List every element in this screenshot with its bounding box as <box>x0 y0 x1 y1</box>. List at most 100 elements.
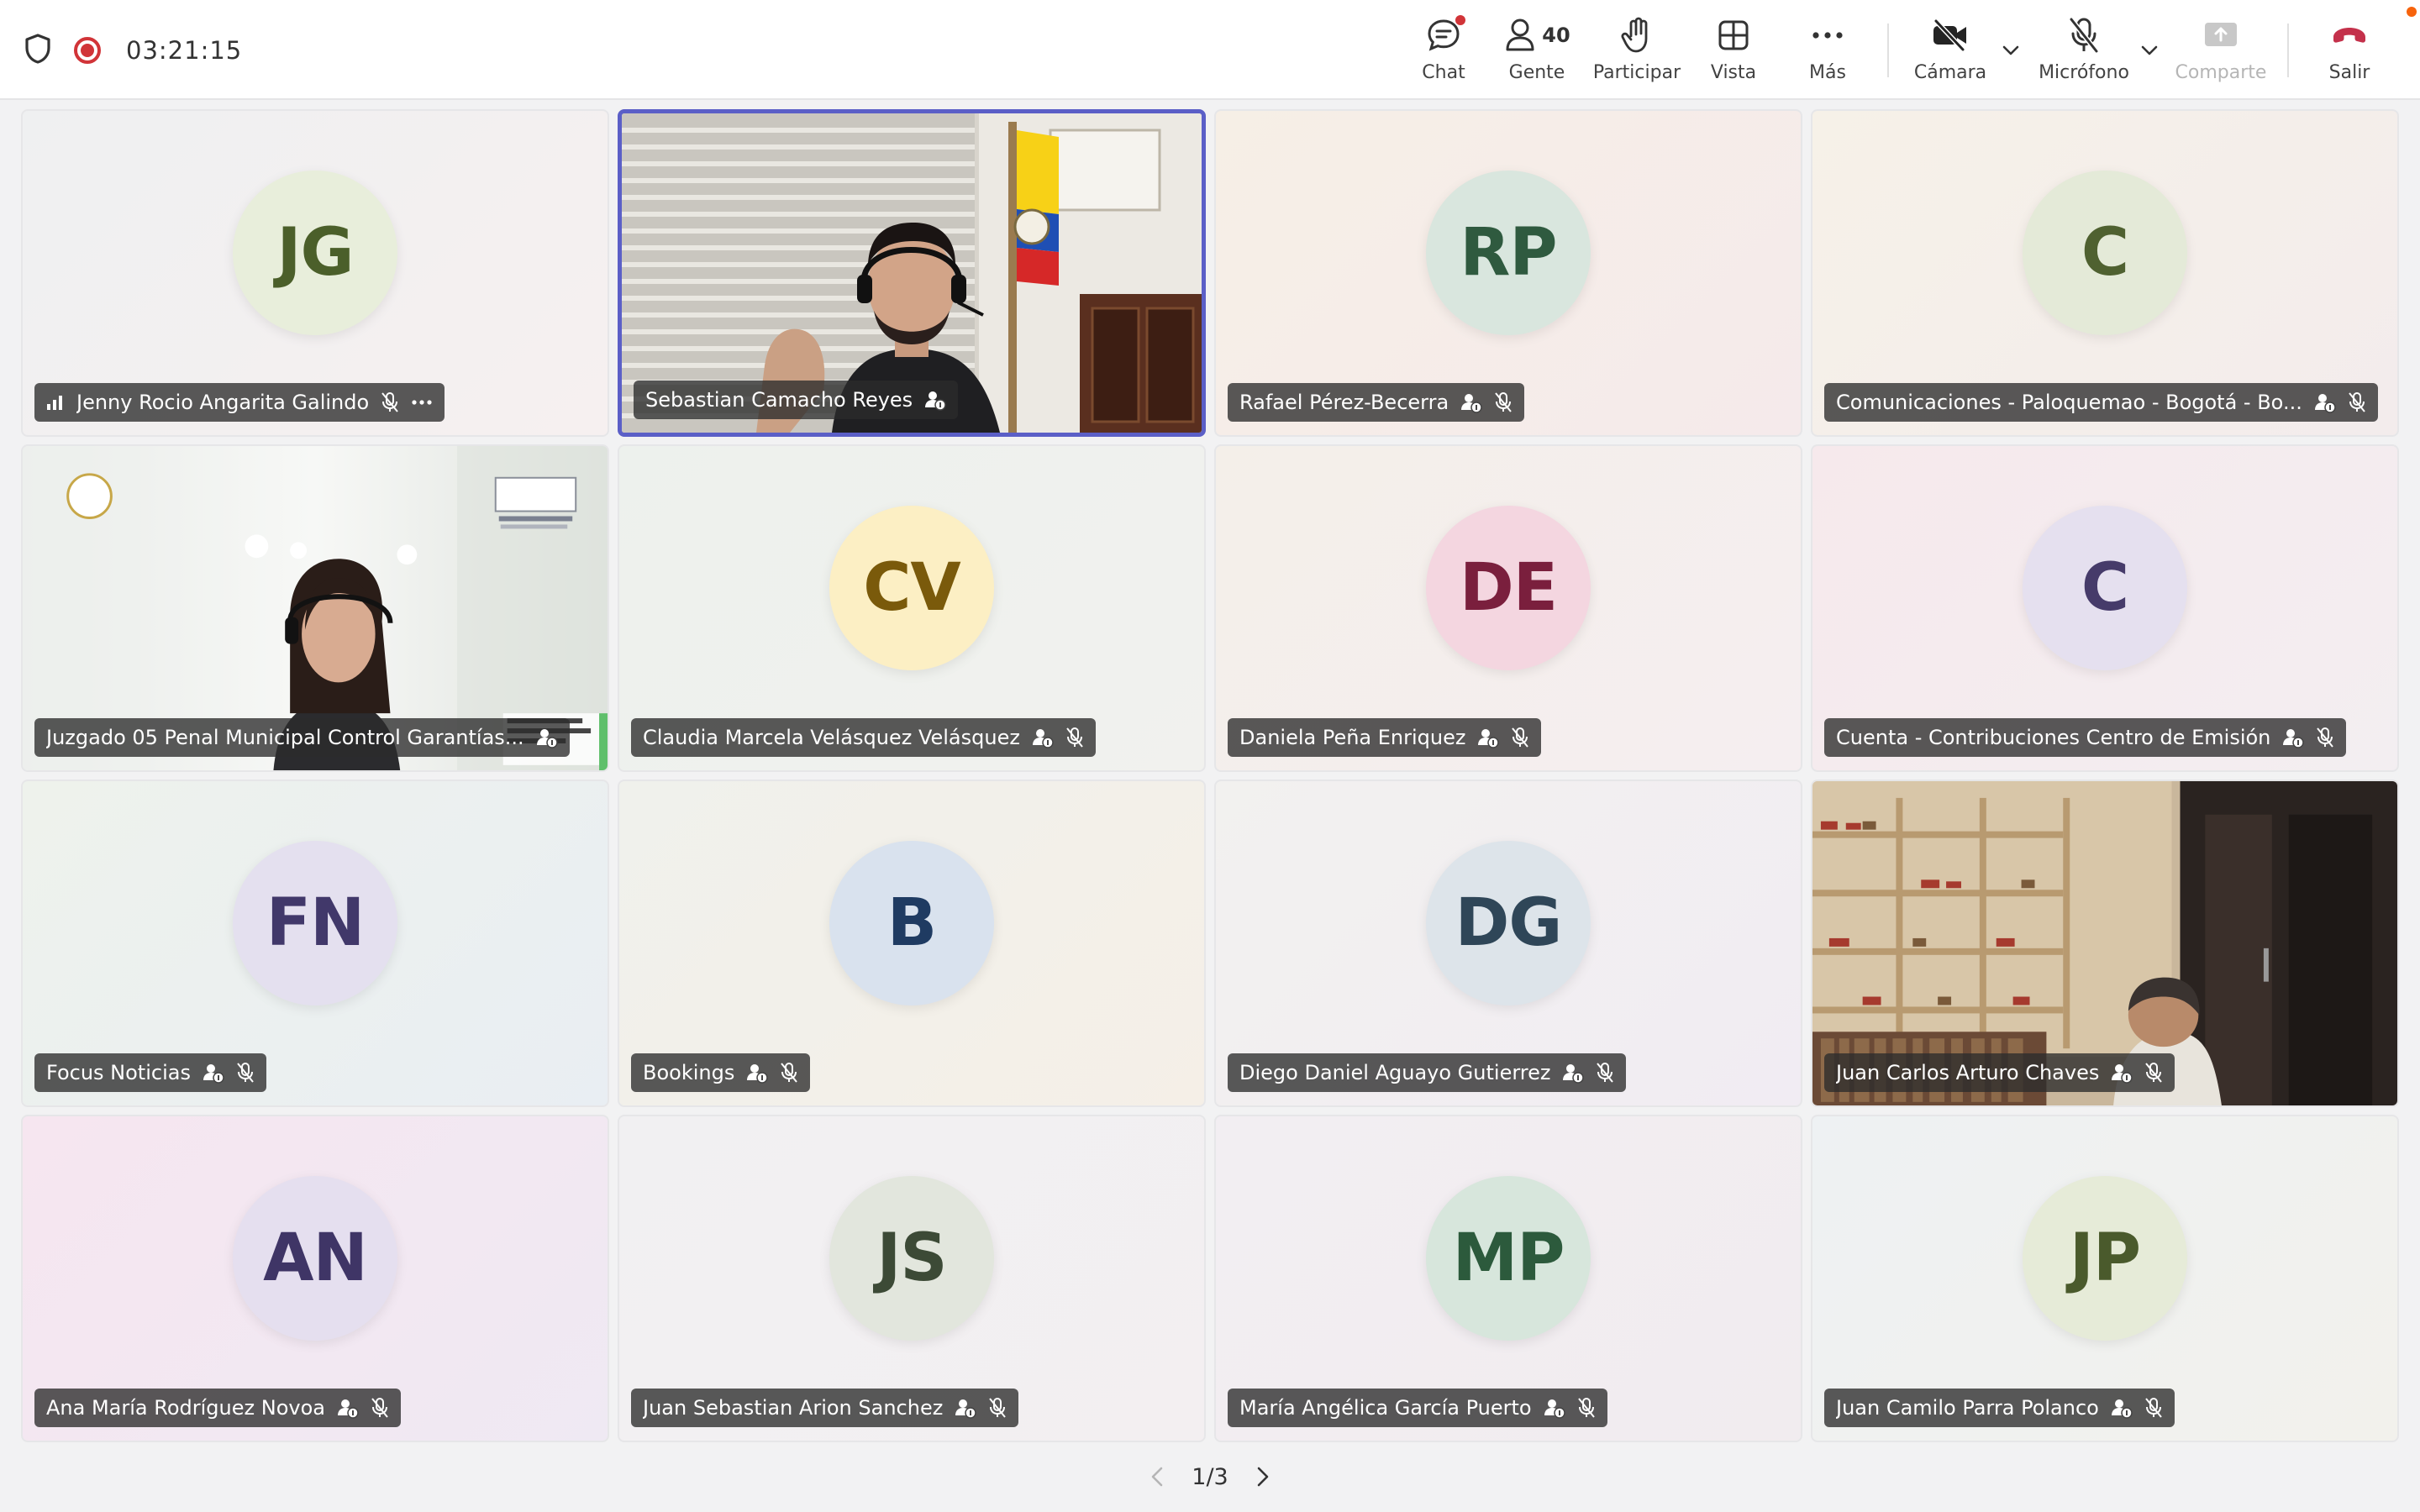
avatar: AN <box>233 1176 397 1341</box>
external-user-icon <box>1478 729 1500 748</box>
participant-name-tag: Juan Carlos Arturo Chaves <box>1824 1053 2175 1092</box>
avatar: DE <box>1426 506 1591 670</box>
external-user-icon <box>1544 1399 1565 1419</box>
shield-icon[interactable] <box>24 33 52 68</box>
participant-name-tag: Focus Noticias <box>34 1053 266 1092</box>
participant-name-tag: Sebastian Camacho Reyes <box>634 381 959 419</box>
avatar: RP <box>1426 171 1591 335</box>
mic-muted-icon <box>2317 727 2334 748</box>
participant-name: Daniela Peña Enriquez <box>1239 726 1466 749</box>
participant-tile[interactable]: Juzgado 05 Penal Municipal Control Garan… <box>21 444 609 772</box>
participant-name-tag: Bookings <box>631 1053 811 1092</box>
external-user-icon <box>203 1064 224 1084</box>
participant-tile-active-speaker[interactable]: Sebastian Camacho Reyes <box>618 109 1206 437</box>
participant-name-tag: Comunicaciones - Paloquemao - Bogotá - B… <box>1824 383 2378 422</box>
participant-tile[interactable]: AN Ana María Rodríguez Novoa <box>21 1115 609 1442</box>
hang-up-icon <box>2333 28 2365 43</box>
mic-muted-icon <box>2145 1063 2163 1083</box>
people-button[interactable]: 40 Gente <box>1504 13 1570 89</box>
participant-tile[interactable]: CV Claudia Marcela Velásquez Velásquez <box>618 444 1206 772</box>
mic-muted-icon <box>1577 1398 1595 1418</box>
participant-name-tag: Daniela Peña Enriquez <box>1228 718 1542 757</box>
participant-tile[interactable]: JP Juan Camilo Parra Polanco <box>1811 1115 2399 1442</box>
camera-button[interactable]: Cámara <box>1913 13 1987 89</box>
participant-name-tag: Rafael Pérez-Becerra <box>1228 383 1525 422</box>
participant-name-tag: Diego Daniel Aguayo Gutierrez <box>1228 1053 1627 1092</box>
participant-tile[interactable]: FN Focus Noticias <box>21 780 609 1107</box>
external-user-icon <box>747 1064 769 1084</box>
participant-tile[interactable]: RP Rafael Pérez-Becerra <box>1214 109 1802 437</box>
previous-page-chevron-icon[interactable] <box>1144 1464 1170 1489</box>
participant-tile[interactable]: MP María Angélica García Puerto <box>1214 1115 1802 1442</box>
share-button[interactable]: Comparte <box>2175 13 2267 89</box>
participant-name: Juan Sebastian Arion Sanchez <box>643 1396 944 1420</box>
view-button[interactable]: Vista <box>1711 13 1756 89</box>
participant-name: Comunicaciones - Paloquemao - Bogotá - B… <box>1836 391 2302 414</box>
camera-options-chevron-icon[interactable] <box>1998 40 2023 60</box>
microphone-options-chevron-icon[interactable] <box>2137 40 2162 60</box>
participant-name: Bookings <box>643 1061 735 1084</box>
toolbar-divider <box>2287 24 2289 77</box>
avatar: DG <box>1426 841 1591 1005</box>
more-label: Más <box>1809 62 1846 83</box>
external-user-icon <box>337 1399 359 1419</box>
grid-view-icon <box>1718 20 1749 50</box>
external-user-icon <box>2112 1064 2133 1084</box>
external-user-icon <box>1461 394 1482 413</box>
participant-name: Juan Carlos Arturo Chaves <box>1836 1061 2100 1084</box>
external-user-icon <box>1563 1064 1585 1084</box>
participant-grid: JG Jenny Rocio Angarita Galindo Sebastia… <box>21 109 2399 1442</box>
meeting-toolbar: 03:21:15 Chat 40 Gente Participar Vista <box>0 0 2420 100</box>
participant-tile[interactable]: Juan Carlos Arturo Chaves <box>1811 780 2399 1107</box>
participant-name-tag: María Angélica García Puerto <box>1228 1389 1607 1427</box>
hand-icon <box>1621 17 1648 53</box>
external-user-icon <box>925 391 946 411</box>
external-user-icon <box>536 729 558 748</box>
participant-tile[interactable]: C Comunicaciones - Paloquemao - Bogotá -… <box>1811 109 2399 437</box>
mic-muted-icon <box>781 1063 798 1083</box>
participant-tile[interactable]: DE Daniela Peña Enriquez <box>1214 444 1802 772</box>
page-indicator: 1/3 <box>1192 1463 1228 1490</box>
mic-muted-icon <box>1066 727 1083 748</box>
participant-name: Cuenta - Contribuciones Centro de Emisió… <box>1836 726 2271 749</box>
meeting-timer: 03:21:15 <box>126 36 243 65</box>
more-button[interactable]: Más <box>1807 13 1849 89</box>
avatar: C <box>2023 171 2187 335</box>
avatar: FN <box>233 841 397 1005</box>
people-label: Gente <box>1508 62 1565 83</box>
notification-dot <box>2407 7 2417 17</box>
participant-name: Ana María Rodríguez Novoa <box>46 1396 325 1420</box>
next-page-chevron-icon[interactable] <box>1250 1464 1276 1489</box>
avatar: B <box>829 841 994 1005</box>
raise-hand-button[interactable]: Participar <box>1593 13 1681 89</box>
participant-name-tag: Ana María Rodríguez Novoa <box>34 1389 401 1427</box>
more-options-icon[interactable] <box>411 399 433 406</box>
external-user-icon <box>1032 729 1054 748</box>
participant-name: Juzgado 05 Penal Municipal Control Garan… <box>46 726 524 749</box>
participant-tile[interactable]: C Cuenta - Contribuciones Centro de Emis… <box>1811 444 2399 772</box>
participant-name: Rafael Pérez-Becerra <box>1239 391 1449 414</box>
participant-name: Diego Daniel Aguayo Gutierrez <box>1239 1061 1551 1084</box>
participant-tile[interactable]: DG Diego Daniel Aguayo Gutierrez <box>1214 780 1802 1107</box>
leave-label: Salir <box>2328 62 2370 83</box>
participant-tile[interactable]: B Bookings <box>618 780 1206 1107</box>
more-icon <box>1812 32 1843 39</box>
external-user-icon <box>2314 394 2336 413</box>
avatar: JP <box>2023 1176 2187 1341</box>
participant-tile[interactable]: JG Jenny Rocio Angarita Galindo <box>21 109 609 437</box>
chat-label: Chat <box>1422 62 1465 83</box>
microphone-button[interactable]: Micrófono <box>2039 13 2129 89</box>
camera-off-icon <box>1933 18 1966 52</box>
participant-tile[interactable]: JS Juan Sebastian Arion Sanchez <box>618 1115 1206 1442</box>
raise-hand-label: Participar <box>1592 62 1681 83</box>
chat-button[interactable]: Chat <box>1420 13 1467 89</box>
microphone-off-icon <box>2069 18 2099 53</box>
participant-name-tag: Juan Sebastian Arion Sanchez <box>631 1389 1019 1427</box>
camera-label: Cámara <box>1913 62 1987 83</box>
microphone-label: Micrófono <box>2039 62 2129 83</box>
leave-button[interactable]: Salir <box>2328 13 2371 89</box>
mic-muted-icon <box>2349 392 2365 412</box>
external-user-icon <box>2111 1399 2133 1419</box>
share-label: Comparte <box>2175 62 2267 83</box>
participant-name: María Angélica García Puerto <box>1239 1396 1532 1420</box>
